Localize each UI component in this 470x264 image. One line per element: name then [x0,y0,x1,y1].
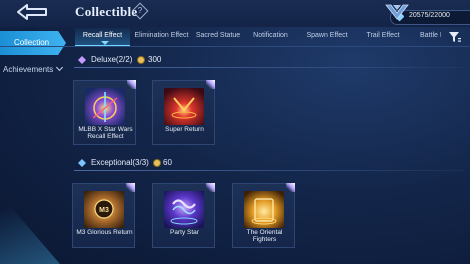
section-count: 60 [163,158,172,167]
item-card-oriental-fighters[interactable]: The Oriental Fighters [232,183,295,248]
item-card-super-return[interactable]: Super Return [152,80,215,145]
recall-effect-thumbnail [244,191,284,228]
currency-amount: 20575/22000 [409,12,450,19]
section-count: 300 [148,55,162,64]
card-corner-glint [127,80,136,89]
recall-effect-thumbnail [164,191,204,228]
card-corner-glint [286,183,295,192]
diamond-icon [78,159,86,167]
sidebar-item-collection[interactable]: Collection [0,31,66,55]
section-label: Exceptional(3/3) [91,158,149,167]
item-name: The Oriental Fighters [246,229,283,243]
section-divider [74,170,464,171]
sidebar-item-label: Achievements [3,65,54,74]
m3-badge-text: M3 [99,207,109,214]
category-tabs: Recall Effect Elimination Effect Sacred … [70,28,470,46]
help-symbol: ? [137,6,143,15]
recall-effect-thumbnail [85,88,125,125]
tab-elimination-effect[interactable]: Elimination Effect [130,28,193,45]
tab-spawn-effect[interactable]: Spawn Effect [306,28,348,45]
tab-battle[interactable]: Battle I [420,28,441,45]
recall-effect-thumbnail: M3 [84,191,124,228]
tab-notification[interactable]: Notification [249,28,292,45]
item-card-m3-glorious-return[interactable]: M3 M3 Glorious Return [72,183,135,248]
card-corner-glint [126,183,135,192]
item-card-party-star[interactable]: Party Star [152,183,215,248]
filter-icon[interactable] [448,30,462,44]
card-corner-glint [206,183,215,192]
item-name: Party Star [170,229,199,236]
coin-icon [137,56,145,64]
coin-icon [153,159,161,167]
active-tab-caret [101,41,109,45]
sidebar: Collection Achievements [0,27,70,264]
tabs-divider [0,46,470,47]
rank-emblem-icon [385,4,409,20]
section-header-deluxe: Deluxe(2/2) 300 [74,54,464,68]
chevron-down-icon [56,63,64,72]
top-bar: Collectible ? 20575/22000 [0,0,470,27]
decorative-glow [0,194,60,264]
page-title: Collectible [75,4,138,19]
section-header-exceptional: Exceptional(3/3) 60 [74,157,464,171]
tab-trail-effect[interactable]: Trail Effect [365,28,401,45]
item-name: Super Return [165,126,204,133]
section-divider [74,67,464,68]
back-arrow-icon[interactable] [8,2,52,22]
recall-effect-thumbnail [164,88,204,125]
section-label: Deluxe(2/2) [91,55,133,64]
item-name: M3 Glorious Return [76,229,133,236]
diamond-icon [78,56,86,64]
item-card-mlbb-star-wars[interactable]: MLBB X Star Wars Recall Effect [73,80,136,145]
card-corner-glint [206,80,215,89]
tab-sacred-statue[interactable]: Sacred Statue [193,28,243,45]
item-name: MLBB X Star Wars Recall Effect [78,126,133,140]
sidebar-item-achievements[interactable]: Achievements [3,63,64,74]
